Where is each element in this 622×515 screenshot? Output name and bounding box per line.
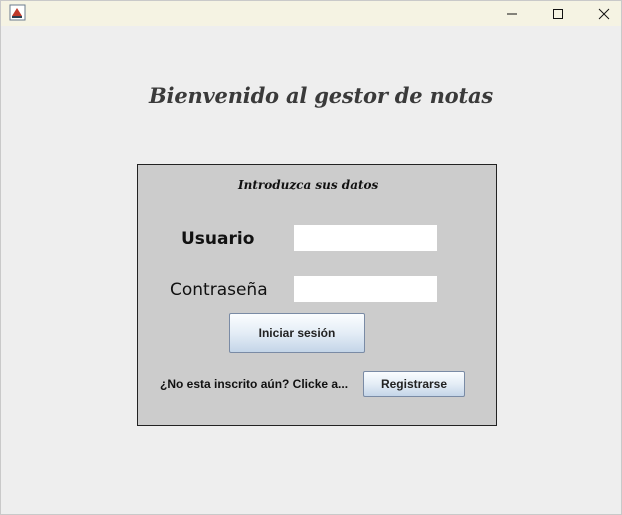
username-label: Usuario — [181, 229, 255, 249]
login-panel: Introduzca sus datos Usuario Contraseña … — [137, 164, 497, 426]
register-button[interactable]: Registrarse — [363, 371, 465, 397]
panel-title: Introduzca sus datos — [238, 178, 379, 192]
register-prompt: ¿No esta inscrito aún? Clicke a... — [160, 377, 349, 391]
maximize-icon — [553, 8, 563, 19]
java-app-icon — [9, 4, 26, 21]
login-button[interactable]: Iniciar sesión — [229, 313, 365, 353]
title-bar[interactable] — [1, 1, 621, 26]
minimize-button[interactable] — [489, 1, 535, 26]
minimize-icon — [507, 13, 517, 14]
close-icon — [598, 8, 610, 19]
maximize-button[interactable] — [535, 1, 581, 26]
app-window: Bienvenido al gestor de notas Introduzca… — [0, 0, 622, 515]
password-label: Contraseña — [170, 280, 268, 300]
welcome-heading: Bienvenido al gestor de notas — [149, 83, 493, 108]
password-input[interactable] — [294, 276, 437, 302]
username-input[interactable] — [294, 225, 437, 251]
close-button[interactable] — [581, 1, 622, 26]
